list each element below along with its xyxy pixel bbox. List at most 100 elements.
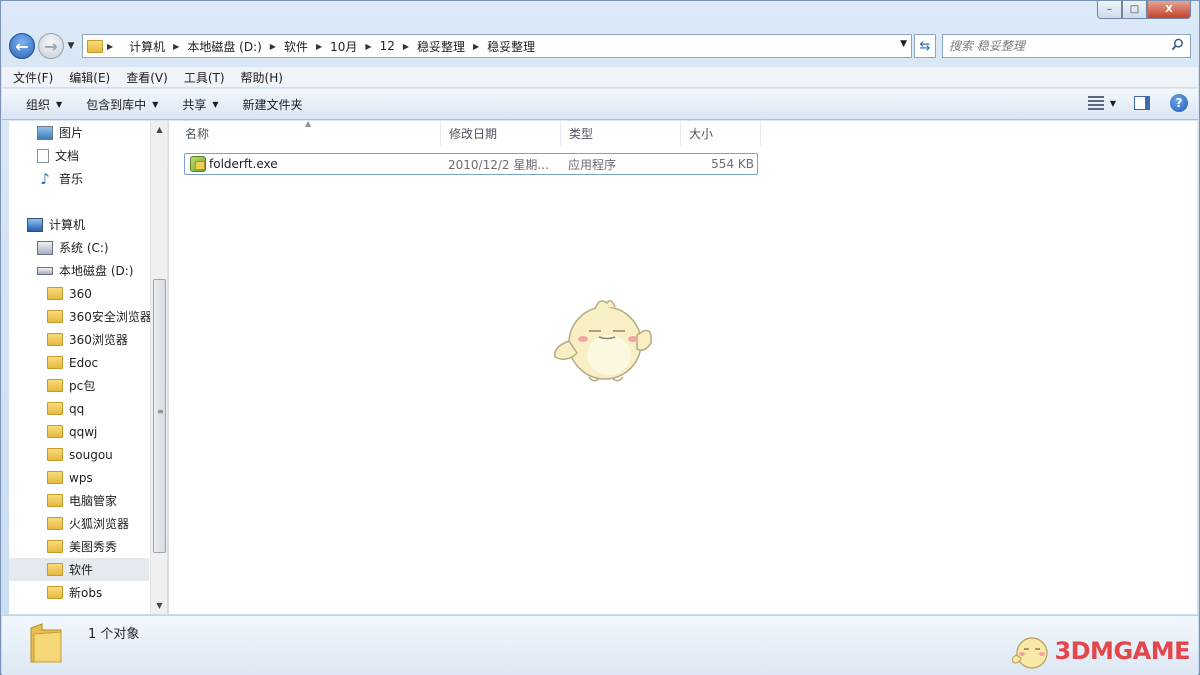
grip-icon: ≡ (157, 407, 164, 416)
chevron-down-icon: ▼ (56, 99, 63, 109)
preview-pane-icon[interactable] (1134, 96, 1150, 110)
nav-item[interactable]: 360浏览器 (9, 328, 149, 351)
menu-edit[interactable]: 编辑(E) (64, 69, 115, 86)
nav-item-label: 计算机 (49, 218, 86, 232)
column-header-name[interactable]: 名称 ▲ (177, 119, 441, 146)
nav-item[interactable]: pc包 (9, 374, 149, 397)
nav-item[interactable]: 软件 (9, 558, 149, 581)
search-box[interactable] (942, 34, 1191, 58)
chevron-right-icon: ▶ (402, 41, 409, 51)
share-button[interactable]: 共享 ▼ (170, 96, 230, 113)
maximize-button[interactable]: □ (1122, 1, 1147, 19)
nav-item[interactable]: Edoc (9, 351, 149, 374)
refresh-button[interactable]: ⇆ (914, 34, 936, 58)
include-in-library-button[interactable]: 包含到库中 ▼ (74, 96, 170, 113)
address-dropdown-icon[interactable]: ▼ (900, 39, 907, 49)
breadcrumb-wentuo-1[interactable]: 稳妥整理 ▶ (417, 38, 479, 55)
nav-item[interactable]: wps (9, 466, 149, 489)
recent-locations-dropdown[interactable]: ▼ (64, 41, 78, 51)
command-bar: 组织 ▼ 包含到库中 ▼ 共享 ▼ 新建文件夹 ▼ ? (2, 89, 1198, 120)
menu-help[interactable]: 帮助(H) (236, 69, 288, 86)
nav-item-label: 图片 (59, 126, 84, 140)
nav-item-label: 系统 (C:) (59, 241, 109, 255)
sort-ascending-icon: ▲ (305, 119, 312, 128)
change-view-icon[interactable] (1087, 96, 1104, 110)
file-name: folderft.exe (209, 157, 278, 171)
address-row: ← → ▼ ▶ 计算机 ▶ 本地磁盘 (D:) ▶ 软件 ▶ 10月 ▶ 12 ▶ 稳妥整… (9, 31, 1191, 61)
nav-item[interactable]: sougou (9, 443, 149, 466)
forward-button[interactable]: → (38, 33, 64, 59)
scroll-up-arrow-icon[interactable]: ▲ (151, 121, 168, 138)
nav-scrollbar[interactable]: ▲ ≡ ▼ (150, 121, 167, 614)
nav-item-label: qqwj (69, 424, 98, 439)
scrollbar-thumb[interactable]: ≡ (153, 279, 166, 553)
nav-item-label: Edoc (69, 355, 99, 370)
caption-buttons: – □ X (1097, 1, 1191, 19)
address-bar[interactable]: ▶ 计算机 ▶ 本地磁盘 (D:) ▶ 软件 ▶ 10月 ▶ 12 ▶ 稳妥整理 ▶ 稳妥整… (82, 34, 912, 58)
menu-tools[interactable]: 工具(T) (179, 69, 230, 86)
search-icon[interactable] (1171, 38, 1184, 51)
minimize-button[interactable]: – (1097, 1, 1122, 19)
organize-button[interactable]: 组织 ▼ (16, 96, 74, 113)
mascot-illustration (554, 300, 652, 382)
nav-item-label: 音乐 (59, 172, 84, 186)
help-icon[interactable]: ? (1170, 94, 1188, 112)
menu-view[interactable]: 查看(V) (121, 69, 173, 86)
file-row[interactable]: folderft.exe 2010/12/2 星期... 应用程序 554 KB (184, 153, 758, 175)
breadcrumb-software[interactable]: 软件 ▶ (284, 38, 322, 55)
file-type: 应用程序 (568, 157, 617, 172)
view-controls: ▼ ? (1087, 94, 1188, 112)
navigation-pane: 图片文档 ♪ 音乐计算机系统 (C:) 本地磁盘 (D:) 360 360安全浏览器 360… (9, 121, 167, 614)
folder-icon (87, 39, 103, 53)
nav-item[interactable]: qqwj (9, 420, 149, 443)
breadcrumb-root[interactable]: ▶ (107, 42, 121, 51)
column-header-size[interactable]: 大小 (681, 121, 761, 146)
search-input[interactable] (943, 39, 1143, 53)
nav-item[interactable]: 计算机 (9, 213, 149, 236)
folder-icon (47, 356, 63, 369)
nav-item[interactable]: qq (9, 397, 149, 420)
back-arrow-icon: ← (15, 36, 29, 56)
pictures-icon (37, 125, 53, 140)
chevron-right-icon: ▶ (365, 41, 372, 51)
back-button[interactable]: ← (9, 33, 35, 59)
view-options-dropdown[interactable]: ▼ (1110, 99, 1116, 108)
new-folder-button[interactable]: 新建文件夹 (231, 96, 315, 113)
nav-item[interactable]: 新obs (9, 581, 149, 604)
column-header-type[interactable]: 类型 (561, 121, 681, 146)
nav-item-label: qq (69, 401, 85, 416)
nav-item[interactable]: 电脑管家 (9, 489, 149, 512)
chevron-down-icon: ▼ (152, 99, 159, 109)
refresh-icon: ⇆ (919, 38, 931, 54)
explorer-window: – □ X ← → ▼ ▶ 计算机 ▶ 本地磁盘 (D:) ▶ 软件 ▶ 10月 ▶ 1… (0, 0, 1200, 675)
nav-item[interactable]: 火狐浏览器 (9, 512, 149, 535)
nav-item-label: wps (69, 470, 93, 485)
folder-icon (47, 310, 63, 323)
folder-icon (47, 379, 63, 392)
nav-item[interactable]: 360 (9, 282, 149, 305)
column-header-modified[interactable]: 修改日期 (441, 121, 561, 146)
nav-item-label: 火狐浏览器 (69, 517, 130, 531)
breadcrumb-12[interactable]: 12 ▶ (380, 39, 409, 53)
breadcrumb-october[interactable]: 10月 ▶ (330, 38, 371, 55)
nav-item-label: 本地磁盘 (D:) (59, 264, 134, 278)
nav-item[interactable]: 美图秀秀 (9, 535, 149, 558)
breadcrumb-computer[interactable]: 计算机 ▶ (129, 38, 179, 55)
menu-file[interactable]: 文件(F) (8, 69, 58, 86)
nav-item[interactable]: 系统 (C:) (9, 236, 149, 259)
close-button[interactable]: X (1147, 1, 1191, 19)
breadcrumb-wentuo-2[interactable]: 稳妥整理 (487, 38, 535, 55)
watermark-text: 3DMGAME (1054, 637, 1190, 665)
breadcrumb-drive-d[interactable]: 本地磁盘 (D:) ▶ (187, 38, 276, 55)
nav-item[interactable]: 本地磁盘 (D:) (9, 259, 149, 282)
nav-item-label: 360浏览器 (69, 333, 128, 347)
computer-icon (27, 217, 43, 232)
nav-item[interactable]: 文档 (9, 144, 149, 167)
nav-item[interactable]: 图片 (9, 121, 149, 144)
folder-icon (47, 540, 63, 553)
nav-item[interactable]: 360安全浏览器 (9, 305, 152, 328)
file-list-pane: 名称 ▲ 修改日期 类型 大小 folderft.exe 2010/12/2 星… (168, 119, 1197, 614)
nav-item-label: pc包 (69, 379, 96, 393)
nav-item[interactable]: ♪ 音乐 (9, 167, 149, 190)
scroll-down-arrow-icon[interactable]: ▼ (151, 597, 168, 614)
